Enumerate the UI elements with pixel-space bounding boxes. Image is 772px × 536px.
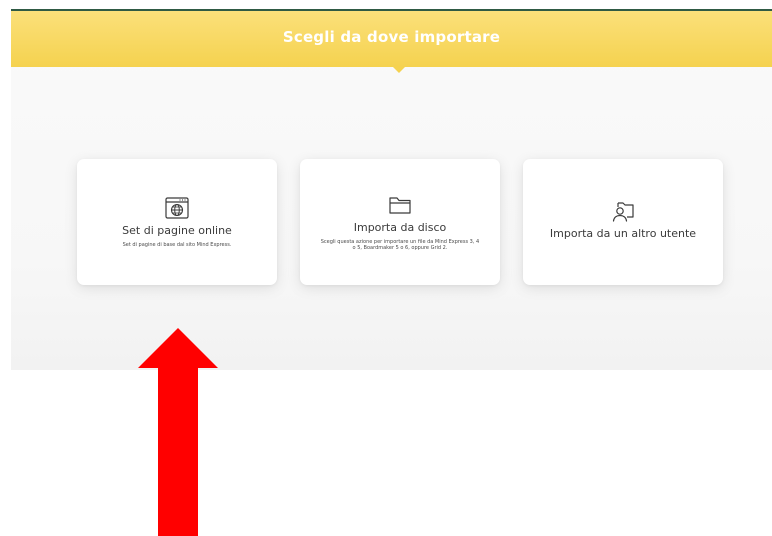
card-description: Scegli questa azione per importare un fi… (320, 239, 480, 251)
import-dialog: Scegli da dove importare Set di pagine o… (0, 0, 772, 536)
header-title: Scegli da dove importare (282, 28, 501, 46)
red-arrow-annotation (138, 328, 218, 536)
card-title: Importa da disco (353, 221, 447, 234)
card-import-from-user[interactable]: Importa da un altro utente (523, 159, 723, 285)
card-title: Importa da un altro utente (549, 227, 697, 240)
folder-icon (389, 197, 411, 214)
card-description: Set di pagine di base dal sito Mind Expr… (122, 242, 232, 248)
card-import-from-disk[interactable]: Importa da disco Scegli questa azione pe… (300, 159, 500, 285)
browser-globe-icon (165, 197, 189, 219)
card-title: Set di pagine online (122, 224, 232, 237)
user-folder-icon (612, 202, 634, 222)
header-bar: Scegli da dove importare (11, 11, 772, 67)
header-pointer (392, 66, 406, 73)
card-online-page-sets[interactable]: Set di pagine online Set di pagine di ba… (77, 159, 277, 285)
